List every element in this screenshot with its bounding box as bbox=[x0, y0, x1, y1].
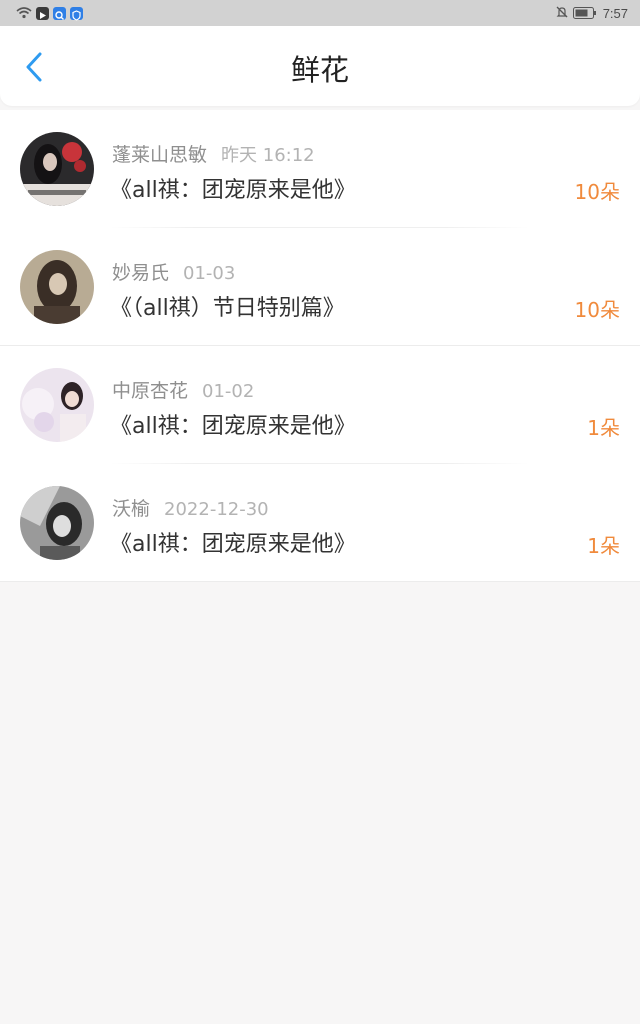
work-title[interactable]: 《（all祺）节日特别篇》 bbox=[110, 290, 345, 322]
work-title[interactable]: 《all祺：团宠原来是他》 bbox=[110, 172, 356, 204]
avatar[interactable] bbox=[20, 250, 94, 324]
work-title[interactable]: 《all祺：团宠原来是他》 bbox=[110, 408, 356, 440]
flower-count: 1朵 bbox=[587, 534, 620, 558]
record-time: 01-03 bbox=[183, 263, 236, 284]
record-meta: 沃榆 2022-12-30 bbox=[112, 494, 269, 521]
record-meta: 中原杏花 01-02 bbox=[112, 376, 254, 403]
status-bar: 7:57 bbox=[0, 0, 640, 26]
record-time: 2022-12-30 bbox=[164, 499, 269, 520]
battery-icon bbox=[572, 4, 597, 23]
user-name[interactable]: 妙易氏 bbox=[112, 262, 169, 284]
record-meta: 蓬莱山思敏 昨天 16:12 bbox=[112, 140, 315, 167]
flower-count: 10朵 bbox=[574, 298, 620, 322]
user-name[interactable]: 中原杏花 bbox=[112, 380, 188, 402]
status-left-icons bbox=[16, 4, 83, 23]
avatar[interactable] bbox=[20, 486, 94, 560]
record-time: 昨天 16:12 bbox=[221, 145, 315, 166]
record-meta: 妙易氏 01-03 bbox=[112, 258, 235, 285]
list-item[interactable]: 沃榆 2022-12-30 《all祺：团宠原来是他》 1朵 bbox=[0, 464, 640, 582]
avatar[interactable] bbox=[20, 368, 94, 442]
flower-count: 10朵 bbox=[574, 180, 620, 204]
divider bbox=[0, 581, 640, 582]
app-icon-shield bbox=[70, 6, 83, 21]
status-time: 7:57 bbox=[602, 5, 628, 21]
list-item[interactable]: 蓬莱山思敏 昨天 16:12 《all祺：团宠原来是他》 10朵 bbox=[0, 110, 640, 228]
app-icon-media bbox=[36, 6, 49, 20]
mute-icon bbox=[555, 4, 569, 23]
wifi-icon bbox=[16, 4, 32, 23]
flower-count: 1朵 bbox=[587, 416, 620, 440]
top-app-bar: 鲜花 bbox=[0, 26, 640, 106]
status-right-icons: 7:57 bbox=[555, 4, 628, 23]
list-item[interactable]: 妙易氏 01-03 《（all祺）节日特别篇》 10朵 bbox=[0, 228, 640, 346]
work-title[interactable]: 《all祺：团宠原来是他》 bbox=[110, 526, 356, 558]
list-item[interactable]: 中原杏花 01-02 《all祺：团宠原来是他》 1朵 bbox=[0, 346, 640, 464]
flower-record-list: 蓬莱山思敏 昨天 16:12 《all祺：团宠原来是他》 10朵 妙易氏 01-03… bbox=[0, 110, 640, 582]
user-name[interactable]: 沃榆 bbox=[112, 498, 150, 520]
user-name[interactable]: 蓬莱山思敏 bbox=[112, 144, 207, 166]
record-time: 01-02 bbox=[202, 381, 255, 402]
avatar[interactable] bbox=[20, 132, 94, 206]
page-title: 鲜花 bbox=[290, 53, 349, 87]
app-icon-search bbox=[53, 6, 66, 20]
